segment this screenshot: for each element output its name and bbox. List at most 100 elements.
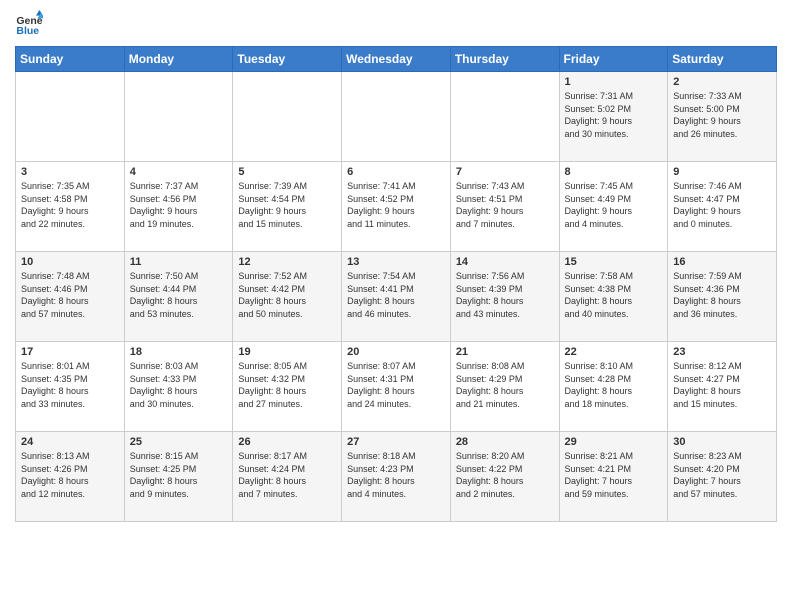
- day-number: 30: [673, 436, 771, 448]
- day-info: Sunrise: 7:56 AM Sunset: 4:39 PM Dayligh…: [456, 270, 554, 320]
- page-header: General Blue: [15, 10, 777, 38]
- calendar-week-3: 10 Sunrise: 7:48 AM Sunset: 4:46 PM Dayli…: [16, 252, 777, 342]
- day-info: Sunrise: 7:43 AM Sunset: 4:51 PM Dayligh…: [456, 180, 554, 230]
- calendar-cell: 27 Sunrise: 8:18 AM Sunset: 4:23 PM Dayli…: [342, 432, 451, 522]
- calendar-cell: 24Sunrise: 8:13 AM Sunset: 4:26 PM Dayli…: [16, 432, 125, 522]
- day-info: Sunrise: 8:23 AM Sunset: 4:20 PM Dayligh…: [673, 450, 771, 500]
- day-number: 28: [456, 436, 554, 448]
- calendar-cell: 23 Sunrise: 8:12 AM Sunset: 4:27 PM Dayli…: [668, 342, 777, 432]
- day-number: 11: [130, 256, 228, 268]
- day-info: Sunrise: 7:50 AM Sunset: 4:44 PM Dayligh…: [130, 270, 228, 320]
- day-info: Sunrise: 7:31 AM Sunset: 5:02 PM Dayligh…: [565, 90, 663, 140]
- day-number: 12: [238, 256, 336, 268]
- calendar-cell: 29 Sunrise: 8:21 AM Sunset: 4:21 PM Dayli…: [559, 432, 668, 522]
- day-number: 6: [347, 166, 445, 178]
- calendar-header-row: SundayMondayTuesdayWednesdayThursdayFrid…: [16, 47, 777, 72]
- day-number: 8: [565, 166, 663, 178]
- day-info: Sunrise: 7:46 AM Sunset: 4:47 PM Dayligh…: [673, 180, 771, 230]
- calendar-table: SundayMondayTuesdayWednesdayThursdayFrid…: [15, 46, 777, 522]
- day-info: Sunrise: 8:10 AM Sunset: 4:28 PM Dayligh…: [565, 360, 663, 410]
- calendar-cell: 8 Sunrise: 7:45 AM Sunset: 4:49 PM Daylig…: [559, 162, 668, 252]
- calendar-cell: 1 Sunrise: 7:31 AM Sunset: 5:02 PM Daylig…: [559, 72, 668, 162]
- calendar-cell: 7 Sunrise: 7:43 AM Sunset: 4:51 PM Daylig…: [450, 162, 559, 252]
- day-number: 23: [673, 346, 771, 358]
- calendar-cell: 10 Sunrise: 7:48 AM Sunset: 4:46 PM Dayli…: [16, 252, 125, 342]
- calendar-week-1: 1 Sunrise: 7:31 AM Sunset: 5:02 PM Daylig…: [16, 72, 777, 162]
- day-info: Sunrise: 7:48 AM Sunset: 4:46 PM Dayligh…: [21, 270, 119, 320]
- day-info: Sunrise: 8:05 AM Sunset: 4:32 PM Dayligh…: [238, 360, 336, 410]
- svg-text:Blue: Blue: [16, 25, 39, 37]
- calendar-cell: 6Sunrise: 7:41 AM Sunset: 4:52 PM Daylig…: [342, 162, 451, 252]
- day-info: Sunrise: 8:21 AM Sunset: 4:21 PM Dayligh…: [565, 450, 663, 500]
- calendar-cell: 5 Sunrise: 7:39 AM Sunset: 4:54 PM Daylig…: [233, 162, 342, 252]
- calendar-cell: 2Sunrise: 7:33 AM Sunset: 5:00 PM Daylig…: [668, 72, 777, 162]
- day-number: 29: [565, 436, 663, 448]
- calendar-cell: 25Sunrise: 8:15 AM Sunset: 4:25 PM Dayli…: [124, 432, 233, 522]
- calendar-cell: [124, 72, 233, 162]
- column-header-tuesday: Tuesday: [233, 47, 342, 72]
- day-info: Sunrise: 7:33 AM Sunset: 5:00 PM Dayligh…: [673, 90, 771, 140]
- calendar-week-4: 17Sunrise: 8:01 AM Sunset: 4:35 PM Dayli…: [16, 342, 777, 432]
- calendar-cell: [450, 72, 559, 162]
- column-header-sunday: Sunday: [16, 47, 125, 72]
- day-number: 4: [130, 166, 228, 178]
- day-number: 1: [565, 76, 663, 88]
- calendar-cell: 11 Sunrise: 7:50 AM Sunset: 4:44 PM Dayli…: [124, 252, 233, 342]
- calendar-cell: 18 Sunrise: 8:03 AM Sunset: 4:33 PM Dayli…: [124, 342, 233, 432]
- day-info: Sunrise: 7:52 AM Sunset: 4:42 PM Dayligh…: [238, 270, 336, 320]
- day-info: Sunrise: 8:18 AM Sunset: 4:23 PM Dayligh…: [347, 450, 445, 500]
- day-info: Sunrise: 7:39 AM Sunset: 4:54 PM Dayligh…: [238, 180, 336, 230]
- calendar-cell: 28 Sunrise: 8:20 AM Sunset: 4:22 PM Dayli…: [450, 432, 559, 522]
- calendar-cell: 15Sunrise: 7:58 AM Sunset: 4:38 PM Dayli…: [559, 252, 668, 342]
- day-number: 24: [21, 436, 119, 448]
- day-info: Sunrise: 8:03 AM Sunset: 4:33 PM Dayligh…: [130, 360, 228, 410]
- calendar-cell: 12 Sunrise: 7:52 AM Sunset: 4:42 PM Dayli…: [233, 252, 342, 342]
- calendar-cell: 22Sunrise: 8:10 AM Sunset: 4:28 PM Dayli…: [559, 342, 668, 432]
- calendar-cell: 13Sunrise: 7:54 AM Sunset: 4:41 PM Dayli…: [342, 252, 451, 342]
- calendar-cell: 17Sunrise: 8:01 AM Sunset: 4:35 PM Dayli…: [16, 342, 125, 432]
- day-number: 9: [673, 166, 771, 178]
- day-number: 26: [238, 436, 336, 448]
- calendar-cell: 21 Sunrise: 8:08 AM Sunset: 4:29 PM Dayli…: [450, 342, 559, 432]
- calendar-cell: 30 Sunrise: 8:23 AM Sunset: 4:20 PM Dayli…: [668, 432, 777, 522]
- calendar-cell: 3 Sunrise: 7:35 AM Sunset: 4:58 PM Daylig…: [16, 162, 125, 252]
- day-number: 3: [21, 166, 119, 178]
- day-number: 13: [347, 256, 445, 268]
- day-info: Sunrise: 7:35 AM Sunset: 4:58 PM Dayligh…: [21, 180, 119, 230]
- day-info: Sunrise: 8:17 AM Sunset: 4:24 PM Dayligh…: [238, 450, 336, 500]
- calendar-week-2: 3 Sunrise: 7:35 AM Sunset: 4:58 PM Daylig…: [16, 162, 777, 252]
- day-number: 20: [347, 346, 445, 358]
- day-info: Sunrise: 7:59 AM Sunset: 4:36 PM Dayligh…: [673, 270, 771, 320]
- calendar-cell: 9 Sunrise: 7:46 AM Sunset: 4:47 PM Daylig…: [668, 162, 777, 252]
- day-number: 5: [238, 166, 336, 178]
- day-number: 10: [21, 256, 119, 268]
- column-header-monday: Monday: [124, 47, 233, 72]
- calendar-cell: 16 Sunrise: 7:59 AM Sunset: 4:36 PM Dayli…: [668, 252, 777, 342]
- day-number: 16: [673, 256, 771, 268]
- day-info: Sunrise: 8:12 AM Sunset: 4:27 PM Dayligh…: [673, 360, 771, 410]
- calendar-week-5: 24Sunrise: 8:13 AM Sunset: 4:26 PM Dayli…: [16, 432, 777, 522]
- calendar-cell: 19 Sunrise: 8:05 AM Sunset: 4:32 PM Dayli…: [233, 342, 342, 432]
- calendar-cell: 14Sunrise: 7:56 AM Sunset: 4:39 PM Dayli…: [450, 252, 559, 342]
- column-header-friday: Friday: [559, 47, 668, 72]
- column-header-wednesday: Wednesday: [342, 47, 451, 72]
- day-info: Sunrise: 8:01 AM Sunset: 4:35 PM Dayligh…: [21, 360, 119, 410]
- day-info: Sunrise: 8:07 AM Sunset: 4:31 PM Dayligh…: [347, 360, 445, 410]
- day-info: Sunrise: 7:45 AM Sunset: 4:49 PM Dayligh…: [565, 180, 663, 230]
- logo-icon: General Blue: [15, 10, 43, 38]
- day-info: Sunrise: 7:37 AM Sunset: 4:56 PM Dayligh…: [130, 180, 228, 230]
- day-info: Sunrise: 8:08 AM Sunset: 4:29 PM Dayligh…: [456, 360, 554, 410]
- day-number: 7: [456, 166, 554, 178]
- column-header-saturday: Saturday: [668, 47, 777, 72]
- day-number: 21: [456, 346, 554, 358]
- calendar-cell: [16, 72, 125, 162]
- day-number: 27: [347, 436, 445, 448]
- day-info: Sunrise: 8:15 AM Sunset: 4:25 PM Dayligh…: [130, 450, 228, 500]
- day-number: 19: [238, 346, 336, 358]
- calendar-cell: 20 Sunrise: 8:07 AM Sunset: 4:31 PM Dayli…: [342, 342, 451, 432]
- calendar-cell: 26 Sunrise: 8:17 AM Sunset: 4:24 PM Dayli…: [233, 432, 342, 522]
- day-number: 18: [130, 346, 228, 358]
- column-header-thursday: Thursday: [450, 47, 559, 72]
- day-info: Sunrise: 8:20 AM Sunset: 4:22 PM Dayligh…: [456, 450, 554, 500]
- calendar-cell: [342, 72, 451, 162]
